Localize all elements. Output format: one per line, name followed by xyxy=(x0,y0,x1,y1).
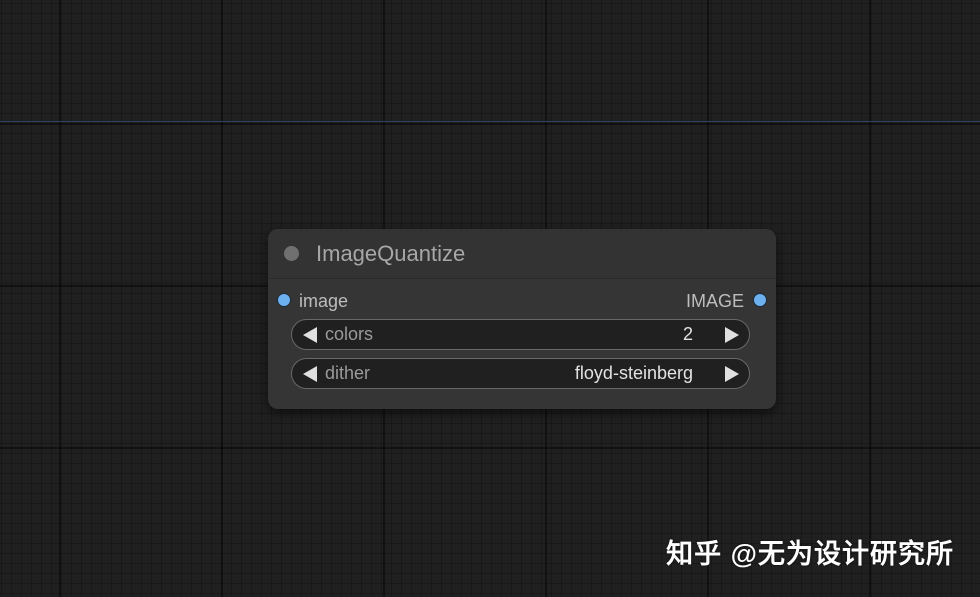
output-label: IMAGE xyxy=(685,291,744,311)
dither-value: floyd-steinberg xyxy=(574,363,693,383)
decrement-arrow-icon[interactable] xyxy=(303,327,317,343)
colors-label: colors xyxy=(325,324,374,344)
image-quantize-node[interactable]: ImageQuantize image IMAGE colors 2 dithe… xyxy=(268,229,776,409)
collapse-dot-icon[interactable] xyxy=(284,246,299,261)
node-header[interactable]: ImageQuantize xyxy=(268,229,776,279)
next-arrow-icon[interactable] xyxy=(725,366,739,382)
dither-widget[interactable]: dither floyd-steinberg xyxy=(291,358,750,389)
input-slot-image[interactable] xyxy=(278,294,290,306)
input-label: image xyxy=(299,291,349,311)
colors-value: 2 xyxy=(682,324,693,344)
guide-line xyxy=(0,121,980,122)
node-title: ImageQuantize xyxy=(316,241,466,266)
previous-arrow-icon[interactable] xyxy=(303,366,317,382)
output-slot-image[interactable] xyxy=(754,294,766,306)
io-row: image IMAGE xyxy=(268,289,776,313)
increment-arrow-icon[interactable] xyxy=(725,327,739,343)
dither-label: dither xyxy=(325,363,371,383)
watermark: 知乎 @无为设计研究所 xyxy=(666,539,954,569)
colors-widget[interactable]: colors 2 xyxy=(291,319,750,350)
graph-canvas[interactable]: ImageQuantize image IMAGE colors 2 dithe… xyxy=(0,0,980,597)
